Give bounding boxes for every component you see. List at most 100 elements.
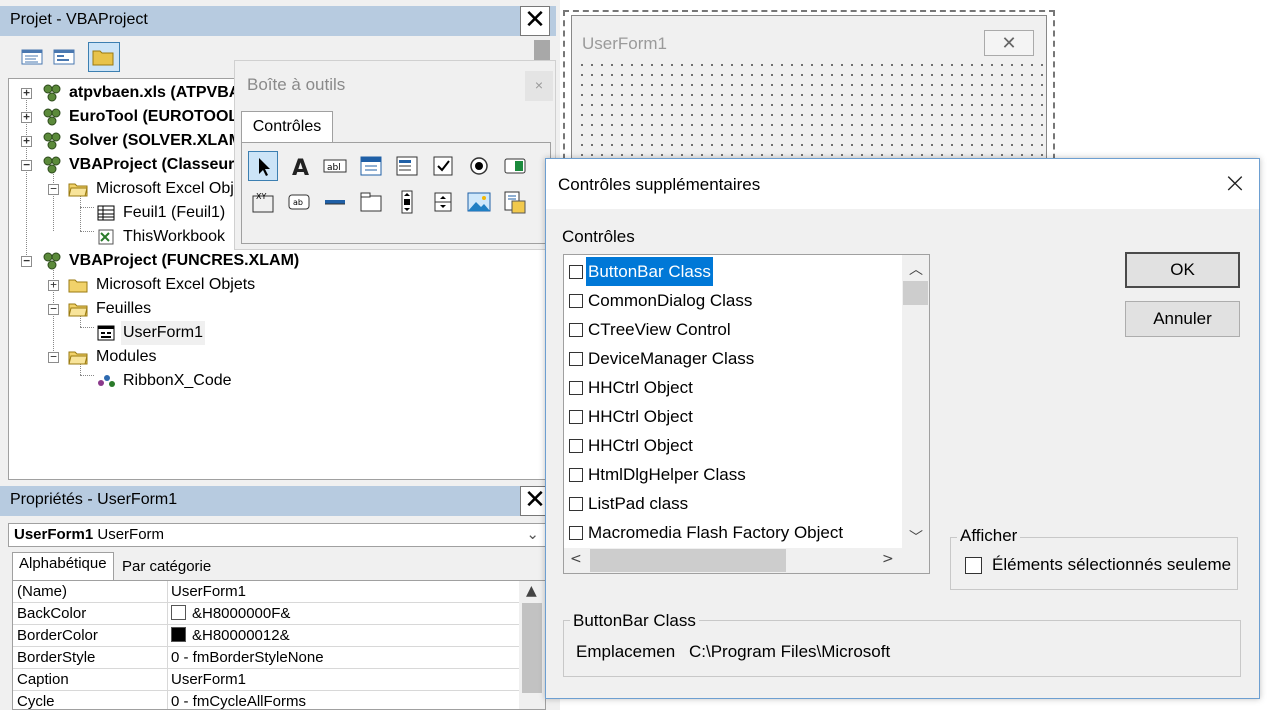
property-row[interactable]: BackColor &H8000000F& [13, 603, 519, 625]
scrollbar-icon[interactable] [392, 187, 422, 217]
list-item[interactable]: CommonDialog Class [564, 286, 902, 315]
item-checkbox[interactable] [569, 410, 583, 424]
item-label: ButtonBar Class [586, 257, 713, 286]
view-code-icon[interactable] [18, 44, 46, 70]
image-icon[interactable] [464, 187, 494, 217]
tree-expander[interactable]: + [21, 87, 32, 99]
property-row[interactable]: (Name) UserForm1 [13, 581, 519, 603]
list-item[interactable]: CTreeView Control [564, 315, 902, 344]
property-row[interactable]: BorderStyle 0 - fmBorderStyleNone [13, 647, 519, 669]
commandbutton-icon[interactable]: ab [284, 187, 314, 217]
location-label: Emplacemen [576, 642, 676, 661]
item-label: HtmlDlgHelper Class [588, 465, 746, 484]
spinbutton-icon[interactable] [428, 187, 458, 217]
item-checkbox[interactable] [569, 497, 583, 511]
multipage-icon[interactable] [356, 187, 386, 217]
pointer-icon[interactable] [248, 151, 278, 181]
scroll-down-icon[interactable]: ﹀ [909, 527, 923, 547]
tree-collapser[interactable]: − [48, 183, 59, 195]
property-value[interactable]: 0 - fmBorderStyleNone [171, 647, 324, 669]
frame-icon[interactable]: XY [248, 187, 278, 217]
scroll-up-icon[interactable]: ▲ [526, 583, 537, 599]
item-checkbox[interactable] [569, 439, 583, 453]
folder-open-icon [68, 303, 88, 317]
item-label: CTreeView Control [588, 320, 731, 339]
tab-par-categorie[interactable]: Par catégorie [116, 556, 217, 580]
item-checkbox[interactable] [569, 526, 583, 540]
toolbox-close-icon[interactable]: × [525, 71, 553, 101]
scroll-thumb[interactable] [522, 603, 542, 693]
tree-expander[interactable]: + [21, 135, 32, 147]
item-label: ListPad class [588, 494, 689, 513]
refedit-icon[interactable] [500, 187, 530, 217]
list-item[interactable]: HHCtrl Object [564, 402, 902, 431]
tree-collapser[interactable]: − [48, 303, 59, 315]
controls-listbox[interactable]: ButtonBar Class CommonDialog Class CTree… [563, 254, 930, 574]
property-row[interactable]: Caption UserForm1 [13, 669, 519, 691]
tabstrip-icon[interactable] [320, 187, 350, 217]
listbox-icon[interactable] [392, 151, 422, 181]
toggle-folders-icon[interactable] [88, 42, 120, 72]
dialog-titlebar[interactable]: Contrôles supplémentaires × [546, 159, 1259, 209]
tree-collapser[interactable]: − [21, 255, 32, 267]
item-checkbox[interactable] [569, 323, 583, 337]
scroll-thumb[interactable] [903, 281, 928, 305]
combobox-icon[interactable] [356, 151, 386, 181]
optionbutton-icon[interactable] [464, 151, 494, 181]
list-item[interactable]: HHCtrl Object [564, 431, 902, 460]
view-object-icon[interactable] [50, 44, 78, 70]
list-item[interactable]: ButtonBar Class [564, 257, 902, 286]
list-vertical-scrollbar[interactable]: ︿ ﹀ [902, 255, 929, 548]
userform-grid[interactable] [577, 60, 1043, 166]
item-checkbox[interactable] [569, 381, 583, 395]
tab-controles[interactable]: Contrôles [241, 111, 333, 143]
folder-closed-icon [68, 279, 88, 293]
properties-scrollbar[interactable]: ▲ [519, 581, 545, 709]
scroll-right-icon[interactable]: > [882, 551, 894, 567]
tree-expander[interactable]: + [21, 111, 32, 123]
scroll-up-icon[interactable]: ︿ [909, 259, 923, 279]
tree-collapser[interactable]: − [21, 159, 32, 171]
tab-alphabetique[interactable]: Alphabétique [12, 552, 114, 580]
list-horizontal-scrollbar[interactable]: < > [564, 548, 902, 573]
togglebutton-icon[interactable] [500, 151, 530, 181]
property-row[interactable]: Cycle 0 - fmCycleAllForms [13, 691, 519, 709]
list-item[interactable]: ListPad class [564, 489, 902, 518]
property-value[interactable]: &H80000012& [192, 627, 290, 644]
list-item[interactable]: DeviceManager Class [564, 344, 902, 373]
selected-only-checkbox[interactable] [965, 557, 982, 574]
item-checkbox[interactable] [569, 352, 583, 366]
property-value[interactable]: &H8000000F& [192, 605, 290, 622]
folder-open-icon [68, 351, 88, 365]
properties-grid[interactable]: (Name) UserForm1 BackColor &H8000000F& Bor… [12, 580, 546, 710]
property-value[interactable]: UserForm1 [171, 669, 246, 691]
scroll-left-icon[interactable]: < [570, 551, 582, 567]
scroll-thumb[interactable] [590, 549, 786, 572]
dialog-close-icon[interactable]: × [1218, 169, 1252, 199]
item-checkbox[interactable] [569, 468, 583, 482]
project-explorer-close-icon[interactable]: ✕ [520, 6, 550, 36]
toolbar-scroll-thumb[interactable] [534, 40, 550, 62]
properties-titlebar[interactable]: Propriétés - UserForm1 ✕ [0, 486, 556, 516]
checkbox-icon[interactable] [428, 151, 458, 181]
list-item[interactable]: Macromedia Flash Factory Object [564, 518, 902, 547]
list-item[interactable]: HHCtrl Object [564, 373, 902, 402]
object-selector[interactable]: UserForm1 UserForm ⌄ [8, 523, 546, 547]
project-explorer-titlebar[interactable]: Projet - VBAProject ✕ [0, 6, 556, 36]
ok-button[interactable]: OK [1125, 252, 1240, 288]
property-name: Caption [17, 671, 69, 688]
property-value[interactable]: 0 - fmCycleAllForms [171, 691, 306, 709]
tree-expander[interactable]: + [48, 279, 59, 291]
chevron-down-icon[interactable]: ⌄ [526, 524, 539, 546]
tree-collapser[interactable]: − [48, 351, 59, 363]
userform-designer[interactable]: UserForm1 ✕ [571, 15, 1047, 166]
property-value[interactable]: UserForm1 [171, 581, 246, 603]
label-icon[interactable]: A [284, 151, 314, 181]
item-checkbox[interactable] [569, 265, 583, 279]
folder-open-icon [68, 183, 88, 197]
list-item[interactable]: HtmlDlgHelper Class [564, 460, 902, 489]
textbox-icon[interactable]: abl [320, 151, 350, 181]
cancel-button[interactable]: Annuler [1125, 301, 1240, 337]
item-checkbox[interactable] [569, 294, 583, 308]
property-row[interactable]: BorderColor &H80000012& [13, 625, 519, 647]
